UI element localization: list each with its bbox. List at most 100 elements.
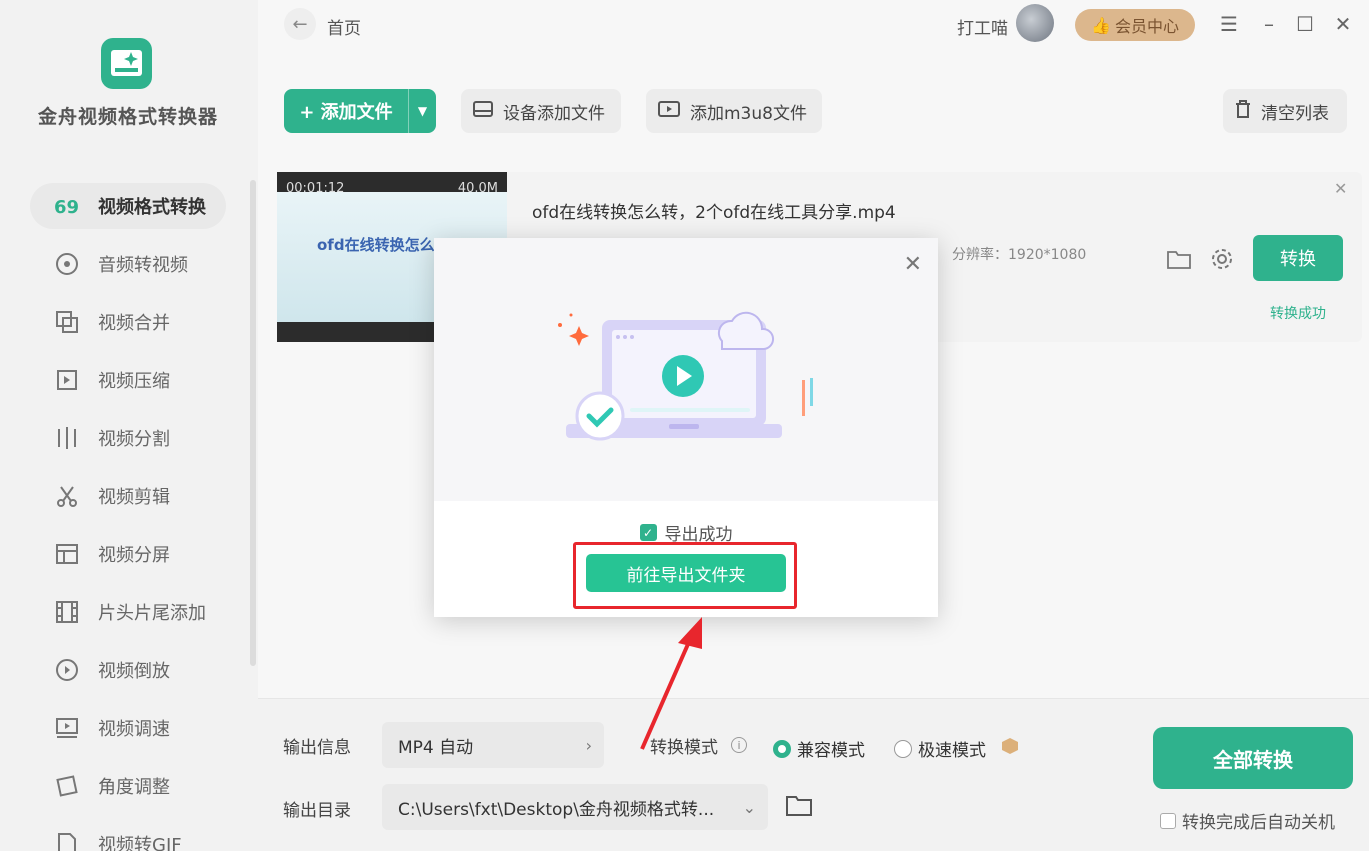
vip-label: 会员中心	[1114, 17, 1179, 36]
sidebar-scrollbar[interactable]	[250, 180, 256, 666]
vip-badge-icon	[1001, 737, 1019, 755]
menu-icon[interactable]: ☰	[1215, 10, 1243, 38]
folder-icon[interactable]	[1166, 246, 1192, 272]
sidebar-item-label: 视频分割	[98, 429, 170, 450]
app-name: 金舟视频格式转换器	[38, 106, 219, 128]
vip-center-button[interactable]: 👍 会员中心	[1075, 9, 1195, 41]
mode-compat-radio[interactable]: 兼容模式	[773, 736, 865, 761]
sidebar-item-label: 视频压缩	[98, 371, 170, 392]
laptop-success-illustration	[558, 311, 813, 441]
device-add-label: 设备添加文件	[503, 103, 605, 124]
hard-drive-icon	[473, 100, 493, 122]
video-size: 40.0M	[457, 181, 498, 196]
speed-icon	[54, 715, 80, 741]
mode-compat-label: 兼容模式	[797, 741, 865, 761]
radio-dot	[773, 739, 791, 758]
avatar[interactable]	[1016, 4, 1054, 42]
remove-file-icon[interactable]: ✕	[1334, 179, 1347, 198]
sidebar-item-label: 视频调速	[98, 719, 170, 740]
sidebar-item-label: 视频格式转换	[98, 197, 206, 218]
split-screen-icon	[54, 541, 80, 567]
sidebar-item-label: 音频转视频	[98, 255, 188, 276]
auto-shutdown-checkbox[interactable]: 转换完成后自动关机	[1160, 808, 1335, 833]
thumbnail-title: ofd在线转换怎么	[317, 236, 435, 254]
dialog-close-icon[interactable]: ✕	[904, 252, 922, 277]
sidebar-item-label: 角度调整	[98, 777, 170, 798]
sidebar-item-edit[interactable]: 视频剪辑	[30, 473, 226, 519]
sidebar-item-split[interactable]: 视频分割	[30, 415, 226, 461]
chevron-down-icon: ⌄	[742, 797, 756, 817]
format-convert-icon: 69	[54, 193, 80, 219]
output-info-label: 输出信息	[283, 738, 351, 758]
info-icon[interactable]: i	[731, 737, 747, 753]
auto-shutdown-label: 转换完成后自动关机	[1182, 813, 1335, 833]
output-dir-select[interactable]: C:\Users\fxt\Desktop\金舟视频格式转... ⌄	[382, 784, 768, 830]
sidebar: 金舟视频格式转换器 69 视频格式转换 音频转视频 视频合并 视频压缩 视频分割…	[0, 0, 258, 851]
thumbs-up-icon: 👍	[1091, 15, 1111, 35]
sidebar-item-speed[interactable]: 视频调速	[30, 705, 226, 751]
add-m3u8-button[interactable]: 添加m3u8文件	[646, 89, 822, 133]
sidebar-item-reverse[interactable]: 视频倒放	[30, 647, 226, 693]
convert-all-button[interactable]: 全部转换	[1153, 727, 1353, 789]
chevron-down-icon[interactable]: ▼	[408, 89, 436, 133]
reverse-icon	[54, 657, 80, 683]
mode-fast-radio[interactable]: 极速模式	[894, 736, 986, 761]
convert-status: 转换成功	[1270, 306, 1326, 322]
merge-icon	[54, 309, 80, 335]
sidebar-item-merge[interactable]: 视频合并	[30, 299, 226, 345]
output-format-value: MP4 自动	[398, 737, 474, 758]
scissors-icon	[54, 483, 80, 509]
clear-list-label: 清空列表	[1261, 103, 1329, 124]
check-icon: ✓	[639, 524, 657, 541]
add-file-button[interactable]: + 添加文件 ▼	[284, 89, 436, 133]
sidebar-item-label: 视频倒放	[98, 661, 170, 682]
highlight-box	[573, 542, 797, 609]
file-name: ofd在线转换怎么转，2个ofd在线工具分享.mp4	[532, 203, 896, 223]
trash-icon	[1235, 99, 1251, 123]
maximize-icon[interactable]: ☐	[1291, 10, 1319, 38]
settings-gear-icon[interactable]	[1209, 246, 1235, 272]
sidebar-item-gif[interactable]: 视频转GIF	[30, 821, 226, 851]
output-dir-label: 输出目录	[283, 801, 351, 821]
add-file-label: 添加文件	[320, 102, 393, 123]
close-window-icon[interactable]: ✕	[1329, 10, 1357, 38]
sidebar-item-format-convert[interactable]: 69 视频格式转换	[30, 183, 226, 229]
sidebar-item-label: 视频剪辑	[98, 487, 170, 508]
sidebar-item-label: 视频合并	[98, 313, 170, 334]
video-duration: 00:01:12	[286, 181, 345, 196]
checkbox-box	[1160, 812, 1176, 829]
mode-fast-label: 极速模式	[918, 741, 986, 761]
device-add-button[interactable]: 设备添加文件	[461, 89, 621, 133]
radio-dot	[894, 739, 912, 758]
clear-list-button[interactable]: 清空列表	[1223, 89, 1347, 133]
dialog-illustration-area	[434, 238, 938, 501]
split-icon	[54, 425, 80, 451]
rotate-icon	[54, 773, 80, 799]
sidebar-item-audio-to-video[interactable]: 音频转视频	[30, 241, 226, 287]
username[interactable]: 打工喵	[957, 14, 1008, 39]
output-dir-value: C:\Users\fxt\Desktop\金舟视频格式转...	[398, 799, 715, 820]
minimize-icon[interactable]: –	[1255, 10, 1283, 38]
compress-icon	[54, 367, 80, 393]
app-logo	[101, 38, 152, 89]
red-arrow-annotation	[640, 617, 702, 750]
sidebar-item-split-screen[interactable]: 视频分屏	[30, 531, 226, 577]
open-dir-folder-icon[interactable]	[786, 794, 812, 820]
back-button[interactable]: ←	[284, 8, 316, 40]
output-format-select[interactable]: MP4 自动 ›	[382, 722, 604, 768]
svg-text:69: 69	[54, 197, 79, 217]
sidebar-item-intro-outro[interactable]: 片头片尾添加	[30, 589, 226, 635]
video-icon	[658, 100, 680, 122]
sidebar-item-label: 片头片尾添加	[98, 603, 206, 624]
audio-icon	[54, 251, 80, 277]
add-m3u8-label: 添加m3u8文件	[690, 103, 807, 124]
sidebar-item-rotate[interactable]: 角度调整	[30, 763, 226, 809]
convert-button[interactable]: 转换	[1253, 235, 1343, 281]
arrow-left-icon: ←	[292, 13, 308, 35]
sidebar-item-label: 视频转GIF	[98, 835, 182, 851]
gif-icon	[54, 831, 80, 851]
plus-icon: +	[299, 102, 321, 123]
sidebar-item-compress[interactable]: 视频压缩	[30, 357, 226, 403]
resolution: 分辨率：1920*1080	[952, 247, 1087, 263]
breadcrumb[interactable]: 首页	[327, 14, 361, 39]
